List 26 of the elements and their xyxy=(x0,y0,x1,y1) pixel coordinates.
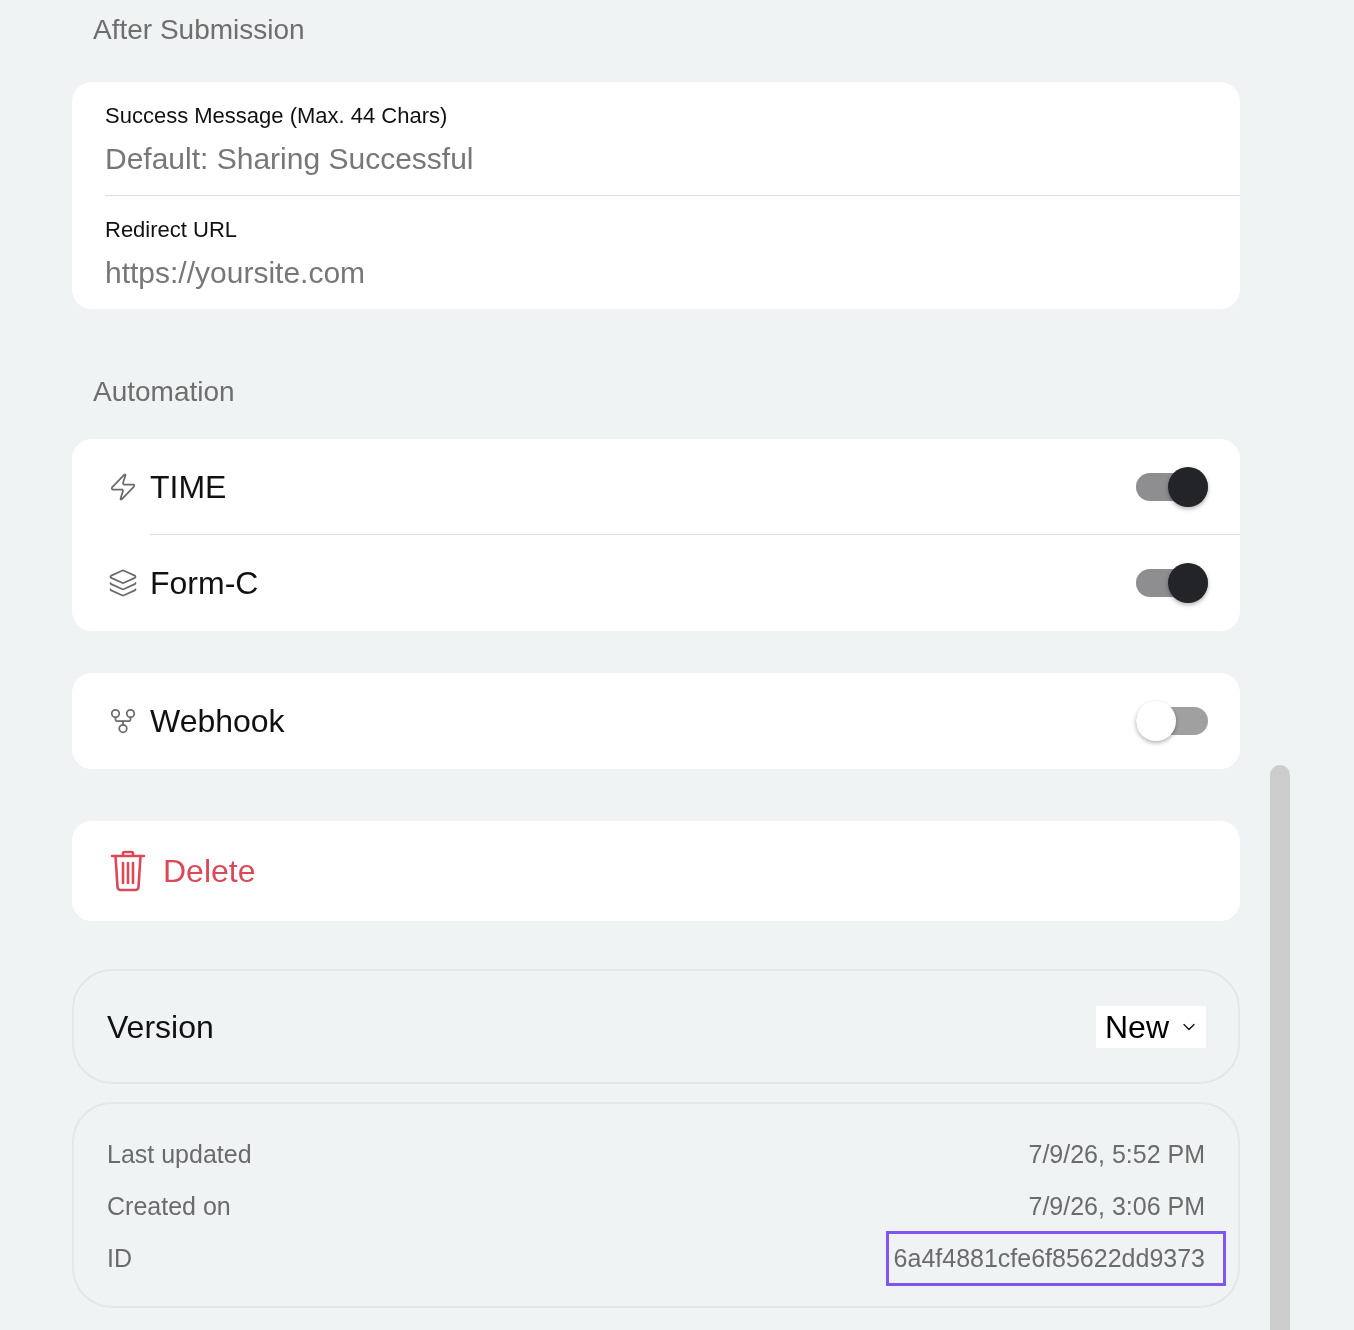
scrollbar[interactable] xyxy=(1270,765,1290,1330)
toggle-switch[interactable] xyxy=(1136,701,1208,741)
text-field[interactable]: Default: Sharing Successful xyxy=(105,141,1240,177)
info-label: Created on xyxy=(107,1191,231,1221)
delete-button[interactable]: Delete xyxy=(72,821,1240,921)
fork-icon xyxy=(108,706,138,736)
info-label: ID xyxy=(107,1243,132,1273)
layers-icon xyxy=(108,568,138,598)
version-dropdown[interactable]: New xyxy=(1096,1005,1206,1048)
field-label: Success Message (Max. 44 Chars) xyxy=(105,103,448,129)
lightning-icon xyxy=(108,472,138,502)
text-field[interactable]: https://yoursite.com xyxy=(105,255,1240,291)
info-label: Last updated xyxy=(107,1139,252,1169)
info-value: 6a4f4881cfe6f85622dd9373 xyxy=(885,1230,1226,1286)
automation-label: Form-C xyxy=(150,564,259,602)
trash-icon xyxy=(110,850,146,892)
field-label: Redirect URL xyxy=(105,217,238,243)
section-heading: Automation xyxy=(93,376,235,408)
version-label: Version xyxy=(107,1007,214,1046)
toggle-switch[interactable] xyxy=(1136,563,1208,603)
section-heading: After Submission xyxy=(93,14,305,46)
automation-label: TIME xyxy=(150,467,227,506)
toggle-switch[interactable] xyxy=(1136,466,1208,507)
info-value: 7/9/26, 5:52 PM xyxy=(1028,1139,1205,1169)
info-value: 7/9/26, 3:06 PM xyxy=(1028,1191,1205,1221)
automation-label: Webhook xyxy=(150,702,285,740)
